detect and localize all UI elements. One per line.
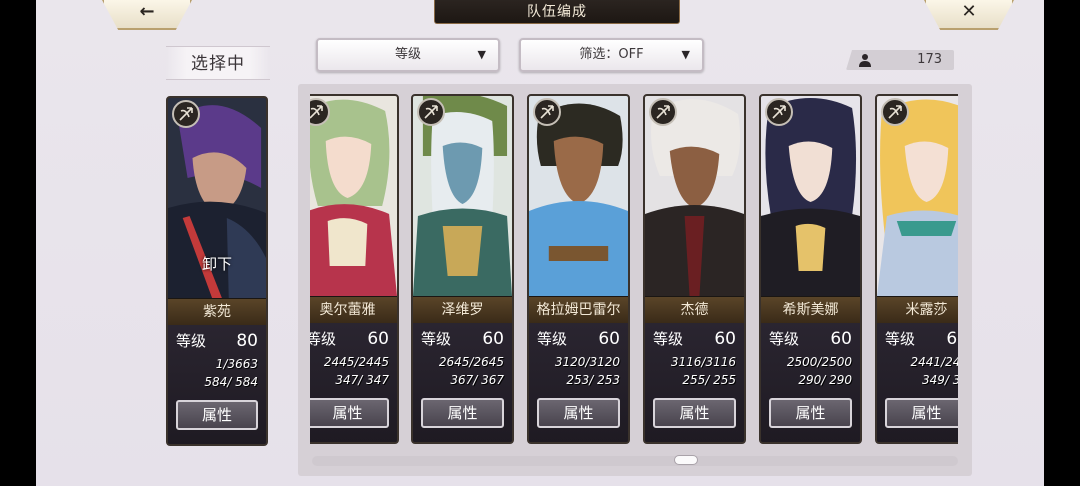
unit-list[interactable]: 奥尔蕾雅 等级 60 2445/2445 347/ 347 属性	[310, 94, 958, 454]
level-label: 等级	[421, 330, 452, 348]
mp-value: 253/ 253	[533, 372, 624, 389]
level-row: 等级 60	[529, 325, 628, 353]
level-value: 60	[714, 329, 736, 349]
hp-value: 2645/2645	[417, 354, 508, 371]
unit-stats: 等级 60 2441/244 349/ 34 属性	[877, 323, 958, 442]
screen: ← 队伍编成 ✕ 选择中 等级 ▼ 筛选：OFF ▼ 173 卸下 紫苑 等级 …	[0, 0, 1080, 486]
unit-name: 米露莎	[877, 297, 958, 323]
attribute-button[interactable]: 属性	[310, 398, 389, 428]
level-row: 等级 60	[761, 325, 860, 353]
level-value: 80	[236, 331, 258, 351]
unit-stats: 等级 60 2645/2645 367/ 367 属性	[413, 323, 512, 442]
attribute-button[interactable]: 属性	[653, 398, 736, 428]
level-row: 等级 80	[168, 327, 266, 355]
level-label: 等级	[885, 330, 916, 348]
remove-label: 卸下	[201, 255, 232, 273]
unit-stats: 等级 60 3116/3116 255/ 255 属性	[645, 323, 744, 442]
hp-value: 3120/3120	[533, 354, 624, 371]
unit-card[interactable]: 杰德 等级 60 3116/3116 255/ 255 属性	[643, 94, 746, 444]
mp-value: 367/ 367	[417, 372, 508, 389]
unit-name: 格拉姆巴雷尔	[529, 297, 628, 323]
unit-portrait	[310, 96, 397, 296]
mp-value: 255/ 255	[649, 372, 740, 389]
bow-icon	[765, 98, 793, 126]
attribute-button[interactable]: 属性	[176, 400, 258, 430]
mp-value: 290/ 290	[765, 372, 856, 389]
user-icon	[859, 54, 871, 67]
unit-portrait	[529, 96, 628, 296]
arrow-left-icon: ←	[139, 1, 155, 22]
unit-name: 紫苑	[168, 299, 266, 325]
hp-value: 3116/3116	[649, 354, 740, 371]
level-label: 等级	[176, 332, 207, 350]
triangle-down-icon: ▼	[477, 48, 486, 61]
unit-count-box: 173	[846, 50, 954, 70]
unit-name: 奥尔蕾雅	[310, 297, 397, 323]
level-label: 等级	[769, 330, 800, 348]
level-row: 等级 60	[310, 325, 397, 353]
hp-value: 2445/2445	[310, 354, 393, 371]
page-title: 队伍编成	[434, 0, 680, 24]
bow-icon	[649, 98, 677, 126]
level-row: 等级 60	[877, 325, 958, 353]
bow-icon	[881, 98, 909, 126]
unit-name: 杰德	[645, 297, 744, 323]
level-label: 等级	[310, 330, 337, 348]
level-value: 60	[367, 329, 389, 349]
unit-card[interactable]: 格拉姆巴雷尔 等级 60 3120/3120 253/ 253 属性	[527, 94, 630, 444]
bow-icon	[533, 98, 561, 126]
unit-stats: 等级 60 2445/2445 347/ 347 属性	[310, 323, 397, 442]
unit-name: 希斯美娜	[761, 297, 860, 323]
selected-label: 选择中	[166, 46, 270, 80]
horizontal-scrollbar[interactable]	[312, 456, 958, 466]
sort-dropdown[interactable]: 等级 ▼	[316, 38, 500, 72]
hp-value: 1/3663	[172, 356, 262, 373]
unit-portrait	[877, 96, 958, 296]
filter-dropdown[interactable]: 筛选：OFF ▼	[519, 38, 704, 72]
selected-unit-card[interactable]: 卸下 紫苑 等级 80 1/3663 584/ 584 属性	[166, 96, 268, 446]
unit-card[interactable]: 希斯美娜 等级 60 2500/2500 290/ 290 属性	[759, 94, 862, 444]
x-icon: ✕	[961, 1, 977, 22]
mp-value: 584/ 584	[172, 374, 262, 391]
filter-dropdown-value: 筛选：OFF	[579, 47, 644, 62]
bow-icon	[172, 100, 200, 128]
unit-name: 泽维罗	[413, 297, 512, 323]
hp-value: 2441/244	[881, 354, 958, 371]
level-value: 60	[598, 329, 620, 349]
unit-card[interactable]: 米露莎 等级 60 2441/244 349/ 34 属性	[875, 94, 958, 444]
level-row: 等级 60	[413, 325, 512, 353]
level-label: 等级	[537, 330, 568, 348]
unit-portrait	[413, 96, 512, 296]
attribute-button[interactable]: 属性	[537, 398, 620, 428]
unit-portrait	[761, 96, 860, 296]
attribute-button[interactable]: 属性	[769, 398, 852, 428]
triangle-down-icon: ▼	[681, 48, 690, 61]
mp-value: 349/ 34	[881, 372, 958, 389]
level-value: 60	[946, 329, 958, 349]
attribute-button[interactable]: 属性	[885, 398, 958, 428]
mp-value: 347/ 347	[310, 372, 393, 389]
scrollbar-thumb[interactable]	[674, 455, 698, 465]
sort-dropdown-value: 等级	[394, 47, 421, 62]
unit-stats: 等级 80 1/3663 584/ 584 属性	[168, 325, 266, 444]
level-value: 60	[482, 329, 504, 349]
unit-stats: 等级 60 2500/2500 290/ 290 属性	[761, 323, 860, 442]
unit-card[interactable]: 奥尔蕾雅 等级 60 2445/2445 347/ 347 属性	[310, 94, 399, 444]
level-row: 等级 60	[645, 325, 744, 353]
level-label: 等级	[653, 330, 684, 348]
hp-value: 2500/2500	[765, 354, 856, 371]
bow-icon	[417, 98, 445, 126]
unit-stats: 等级 60 3120/3120 253/ 253 属性	[529, 323, 628, 442]
unit-portrait	[645, 96, 744, 296]
level-value: 60	[830, 329, 852, 349]
attribute-button[interactable]: 属性	[421, 398, 504, 428]
unit-count: 173	[917, 52, 942, 67]
unit-card[interactable]: 泽维罗 等级 60 2645/2645 367/ 367 属性	[411, 94, 514, 444]
